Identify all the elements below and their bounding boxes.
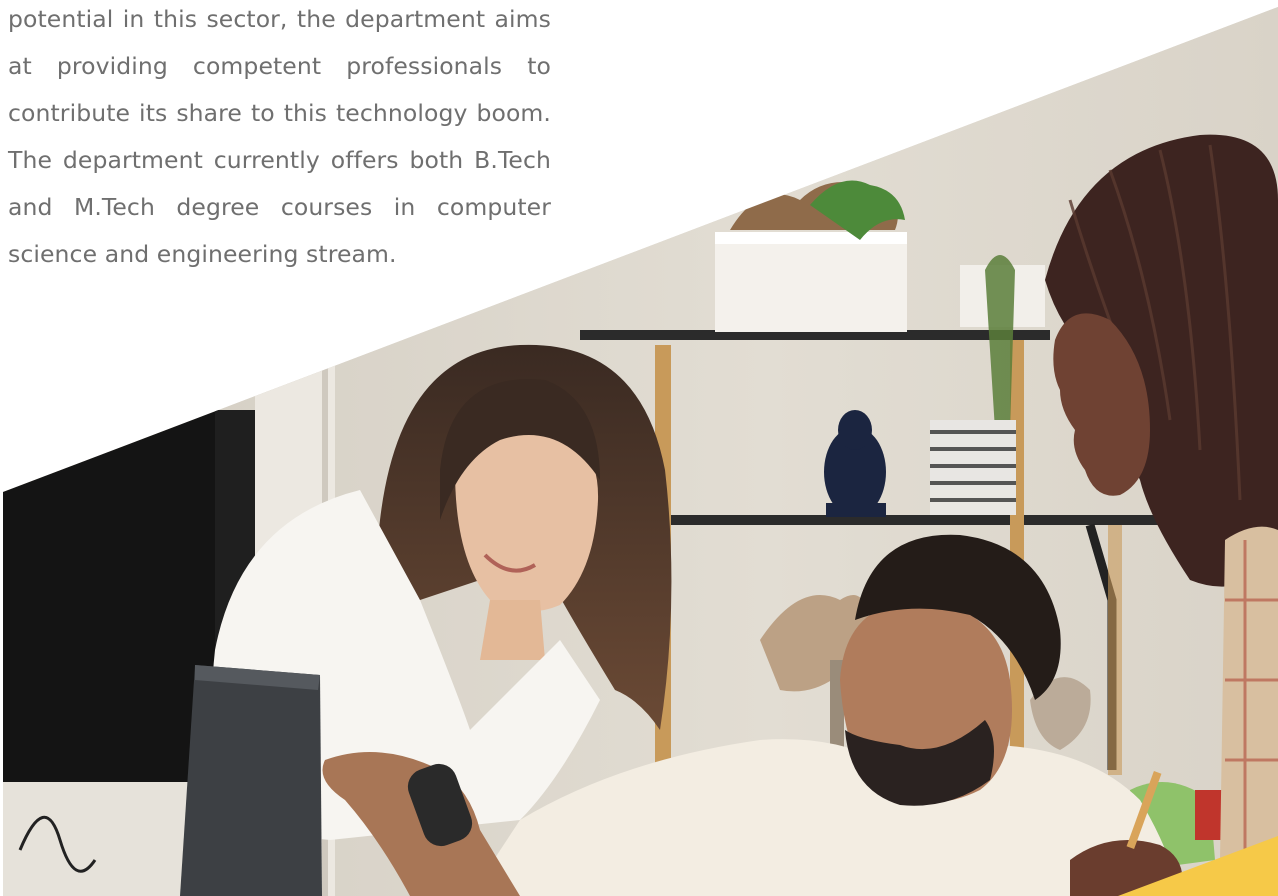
description-line: contribute its share to this technology … <box>8 99 551 127</box>
plant-pot <box>715 232 907 332</box>
laptop <box>180 665 322 896</box>
description-line: at providing competent professionals to <box>8 52 551 80</box>
books-stack <box>930 420 1016 515</box>
description-line: The department currently offers both B.T… <box>8 146 551 174</box>
description-line: and M.Tech degree courses in computer <box>8 193 551 221</box>
description-line: potential in this sector, the department… <box>8 5 551 33</box>
department-description: potential in this sector, the department… <box>8 0 551 278</box>
shelf-middle <box>665 515 1160 525</box>
woman-right-shirt <box>1220 526 1278 860</box>
description-line: science and engineering stream. <box>8 240 397 268</box>
